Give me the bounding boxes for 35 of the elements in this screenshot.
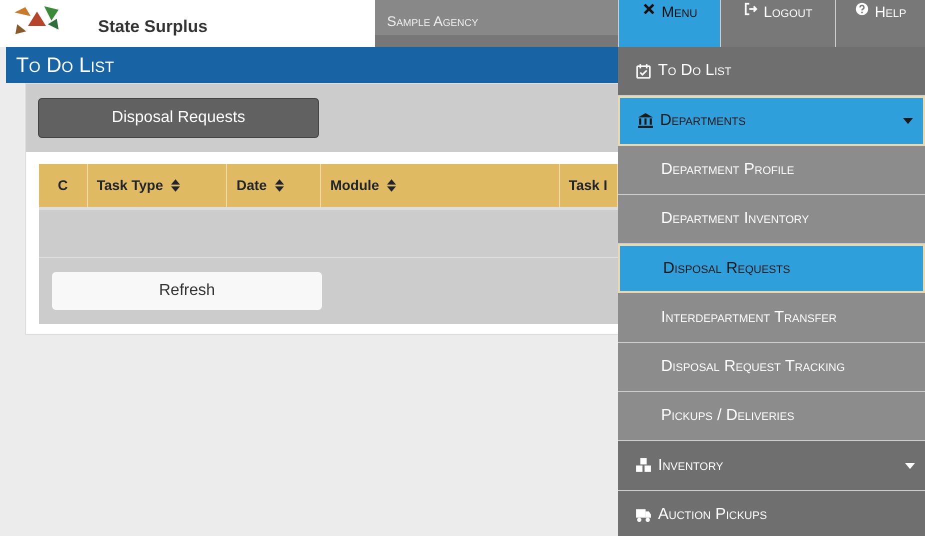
calendar-icon — [635, 62, 652, 80]
menu-item[interactable]: Disposal Requests — [618, 244, 925, 294]
help-icon — [854, 2, 869, 16]
menu-item[interactable]: Departments — [618, 96, 925, 146]
menu-item[interactable]: Inventory — [618, 441, 925, 491]
logout-icon — [744, 2, 758, 16]
refresh-button[interactable]: Refresh — [52, 272, 322, 310]
menu-item[interactable]: Department Inventory — [618, 194, 925, 244]
agency-name: Sample Agency — [387, 14, 480, 28]
column-header[interactable]: Task I — [568, 175, 608, 196]
caret-icon — [905, 462, 915, 469]
sort-icon — [387, 179, 396, 192]
sort-icon — [171, 179, 180, 192]
menu-item[interactable]: Department Profile — [618, 146, 925, 195]
help-button[interactable]: Help — [835, 0, 925, 47]
menu-item[interactable]: Disposal Request Tracking — [618, 342, 925, 392]
logo-text: State Surplus — [98, 18, 208, 35]
menu-item[interactable]: Auction Pickups — [618, 490, 925, 536]
column-header[interactable]: Date — [236, 175, 267, 196]
menu-item[interactable]: To Do List — [618, 47, 925, 96]
logout-button[interactable]: Logout — [720, 0, 835, 47]
tab[interactable]: Disposal Requests — [38, 98, 319, 138]
boxes-icon — [635, 457, 652, 474]
close-icon — [642, 2, 656, 16]
column-header[interactable]: Module — [330, 175, 380, 196]
menu-item[interactable]: Interdepartment Transfer — [618, 293, 925, 343]
page-title: To Do List — [6, 47, 618, 83]
menu-item[interactable]: Pickups / Deliveries — [618, 392, 925, 442]
menu-button[interactable]: Menu — [618, 0, 720, 47]
sort-icon — [274, 179, 284, 192]
caret-icon — [903, 118, 913, 124]
truck-icon — [635, 506, 652, 524]
bank-icon — [637, 112, 654, 130]
column-header: C — [58, 176, 68, 195]
column-header[interactable]: Task Type — [96, 175, 164, 196]
